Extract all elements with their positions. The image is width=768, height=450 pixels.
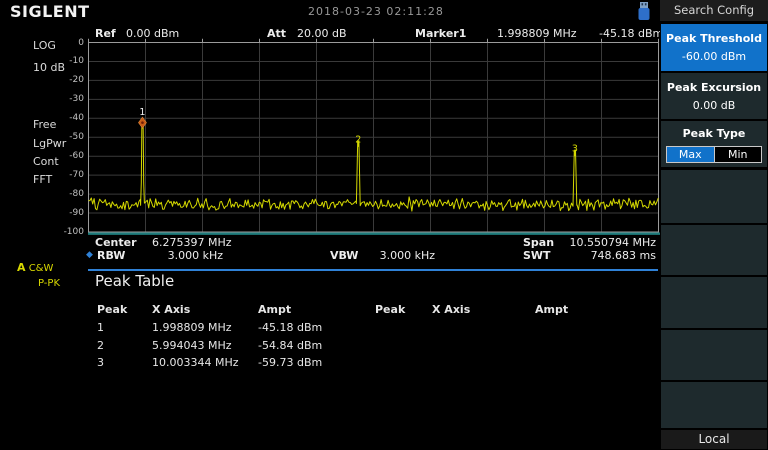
y-tick-label: -50 (40, 132, 84, 142)
usb-drive-icon (636, 2, 652, 25)
svg-text:3: 3 (572, 144, 578, 155)
peak-type-min-option[interactable]: Min (714, 147, 762, 162)
peak-table-cell: 5.994043 MHz (152, 339, 232, 352)
menu-title: Search Config (660, 0, 768, 21)
detector-status: P-PK (38, 278, 60, 289)
spectrum-plot: 1 2 3 (88, 38, 660, 236)
peak-table-cell: -45.18 dBm (258, 321, 322, 334)
y-tick-label: -60 (40, 151, 84, 161)
swt-value: 748.683 ms (560, 249, 656, 262)
empty-softkey-button[interactable] (661, 382, 767, 428)
peak-table-header: X Axis (432, 303, 470, 316)
empty-softkey-button[interactable] (661, 170, 767, 223)
peak-excursion-value: 0.00 dB (661, 94, 767, 112)
span-value: 10.550794 MHz (560, 236, 656, 249)
peak-table-header: Ampt (535, 303, 568, 316)
y-tick-label: -80 (40, 189, 84, 199)
peak-table-cell: 3 (97, 356, 104, 369)
peak-type-label: Peak Type (661, 121, 767, 140)
peak-threshold-value: -60.00 dBm (661, 45, 767, 63)
y-tick-label: -40 (40, 113, 84, 123)
peak-type-max-option[interactable]: Max (667, 147, 714, 162)
peak-table-header: Ampt (258, 303, 291, 316)
peak-table-cell: -54.84 dBm (258, 339, 322, 352)
peak-type-button[interactable]: Peak Type Max Min (661, 121, 767, 167)
svg-text:1: 1 (139, 107, 145, 118)
y-tick-label: 0 (40, 38, 84, 48)
vbw-value: 3.000 kHz (364, 249, 435, 262)
peak-table-cell: 1.998809 MHz (152, 321, 232, 334)
peak-table-header: Peak (97, 303, 127, 316)
center-freq-label: Center (95, 236, 137, 249)
peak-table-cell: 2 (97, 339, 104, 352)
y-tick-label: -100 (40, 227, 84, 237)
peak-excursion-label: Peak Excursion (661, 73, 767, 94)
peak-table-cell: 1 (97, 321, 104, 334)
softkey-menu: Search Config Peak Threshold -60.00 dBm … (660, 0, 768, 450)
peak-threshold-button[interactable]: Peak Threshold -60.00 dBm (661, 24, 767, 71)
peak-table-title: Peak Table (95, 272, 174, 290)
trace-letter: A (17, 261, 26, 274)
top-status-bar: SIGLENT 2018-03-23 02:11:28 (0, 0, 660, 22)
rbw-coupled-diamond-icon: ◆ (86, 250, 93, 260)
local-button[interactable]: Local (661, 430, 767, 449)
datetime-display: 2018-03-23 02:11:28 (308, 5, 444, 18)
empty-softkey-button[interactable] (661, 225, 767, 275)
peak-type-toggle: Max Min (666, 146, 762, 163)
span-label: Span (523, 236, 554, 249)
y-tick-label: -30 (40, 94, 84, 104)
peak-table-cell: 10.003344 MHz (152, 356, 239, 369)
trace-status: A C&W (17, 261, 53, 274)
swt-label: SWT (523, 249, 551, 262)
brand-logo: SIGLENT (10, 2, 90, 21)
rbw-value: 3.000 kHz (152, 249, 223, 262)
rbw-label: RBW (97, 249, 125, 262)
vbw-label: VBW (330, 249, 358, 262)
peak-table-cell: -59.73 dBm (258, 356, 322, 369)
peak-table-header: Peak (375, 303, 405, 316)
y-tick-label: -20 (40, 75, 84, 85)
peak-threshold-label: Peak Threshold (661, 24, 767, 45)
peak-excursion-button[interactable]: Peak Excursion 0.00 dB (661, 73, 767, 119)
section-separator (88, 269, 658, 271)
y-tick-label: -70 (40, 170, 84, 180)
center-freq-value: 6.275397 MHz (152, 236, 232, 249)
empty-softkey-button[interactable] (661, 277, 767, 328)
y-tick-label: -10 (40, 56, 84, 66)
spectrum-analyzer-screen: SIGLENT 2018-03-23 02:11:28 LOG 10 dB Fr… (0, 0, 768, 450)
peak-table-header: X Axis (152, 303, 190, 316)
y-tick-label: -90 (40, 208, 84, 218)
trace-mode: C&W (29, 263, 54, 274)
svg-text:2: 2 (355, 134, 361, 145)
y-axis-tick-labels: 0 -10 -20 -30 -40 -50 -60 -70 -80 -90 -100 (40, 38, 86, 236)
empty-softkey-button[interactable] (661, 330, 767, 380)
